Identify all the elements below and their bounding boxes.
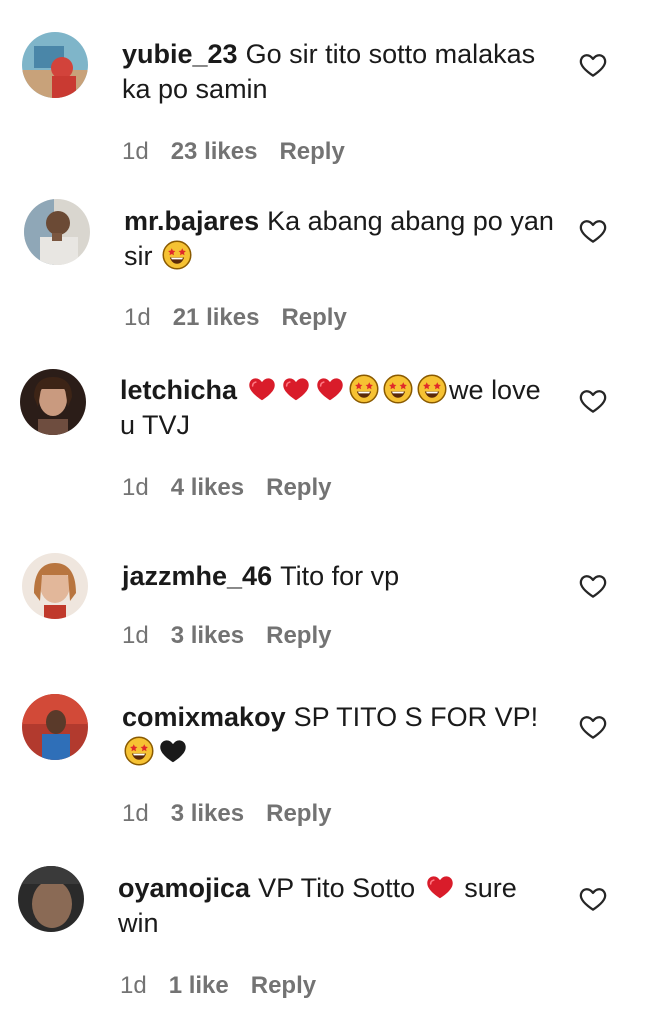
comment-username[interactable]: mr.bajares (124, 206, 259, 236)
comment-likes[interactable]: 21 likes (173, 304, 260, 331)
comment-body: letchicha we love u TVJ (120, 373, 560, 443)
comment-time: 1d (122, 138, 149, 165)
comment-time: 1d (124, 304, 151, 331)
avatar[interactable] (22, 32, 88, 98)
reply-button[interactable]: Reply (279, 138, 344, 165)
red-heart-icon (247, 374, 277, 404)
avatar[interactable] (20, 369, 86, 435)
comment-likes[interactable]: 4 likes (171, 474, 244, 501)
red-heart-icon (281, 374, 311, 404)
star-struck-icon (349, 374, 379, 404)
star-struck-icon (417, 374, 447, 404)
comment-username[interactable]: comixmakoy (122, 702, 286, 732)
comment-likes[interactable]: 3 likes (171, 622, 244, 649)
comment-text: VP Tito Sotto (258, 873, 416, 903)
comment-meta: 1d 21 likes Reply (124, 304, 369, 332)
comment-time: 1d (122, 622, 149, 649)
heart-outline-icon[interactable] (578, 216, 608, 246)
comment-likes[interactable]: 23 likes (171, 138, 258, 165)
comment-likes[interactable]: 3 likes (171, 800, 244, 827)
avatar[interactable] (24, 199, 90, 265)
star-struck-icon (162, 240, 192, 270)
comment-body: comixmakoy SP TITO S FOR VP! (122, 700, 562, 770)
avatar[interactable] (18, 866, 84, 932)
reply-button[interactable]: Reply (281, 304, 346, 331)
comment-meta: 1d 23 likes Reply (122, 138, 367, 166)
comment-time: 1d (120, 972, 147, 999)
heart-outline-icon[interactable] (578, 571, 608, 601)
comment-body: mr.bajares Ka abang abang po yan sir (124, 204, 564, 274)
heart-outline-icon[interactable] (578, 712, 608, 742)
comment-meta: 1d 4 likes Reply (122, 474, 353, 502)
comment-time: 1d (122, 474, 149, 501)
comment-username[interactable]: yubie_23 (122, 39, 238, 69)
comment-text: Tito for vp (280, 561, 400, 591)
reply-button[interactable]: Reply (266, 800, 331, 827)
heart-outline-icon[interactable] (578, 884, 608, 914)
comment-body: jazzmhe_46 Tito for vp (122, 559, 562, 594)
comment-body: oyamojica VP Tito Sotto sure win (118, 871, 558, 941)
reply-button[interactable]: Reply (266, 622, 331, 649)
avatar[interactable] (22, 694, 88, 760)
comment-meta: 1d 3 likes Reply (122, 800, 353, 828)
avatar[interactable] (22, 553, 88, 619)
star-struck-icon (124, 736, 154, 766)
comment-username[interactable]: oyamojica (118, 873, 250, 903)
star-struck-icon (383, 374, 413, 404)
comment-text: SP TITO S FOR VP! (293, 702, 539, 732)
heart-outline-icon[interactable] (578, 50, 608, 80)
red-heart-icon (425, 872, 455, 902)
comment-meta: 1d 3 likes Reply (122, 622, 353, 650)
reply-button[interactable]: Reply (251, 972, 316, 999)
comment-time: 1d (122, 800, 149, 827)
black-heart-icon (158, 736, 188, 766)
comment-likes[interactable]: 1 like (169, 972, 229, 999)
heart-outline-icon[interactable] (578, 386, 608, 416)
comment-meta: 1d 1 like Reply (120, 972, 338, 1000)
red-heart-icon (315, 374, 345, 404)
comment-username[interactable]: letchicha (120, 375, 237, 405)
reply-button[interactable]: Reply (266, 474, 331, 501)
comment-body: yubie_23 Go sir tito sotto malakas ka po … (122, 37, 562, 107)
comment-username[interactable]: jazzmhe_46 (122, 561, 272, 591)
